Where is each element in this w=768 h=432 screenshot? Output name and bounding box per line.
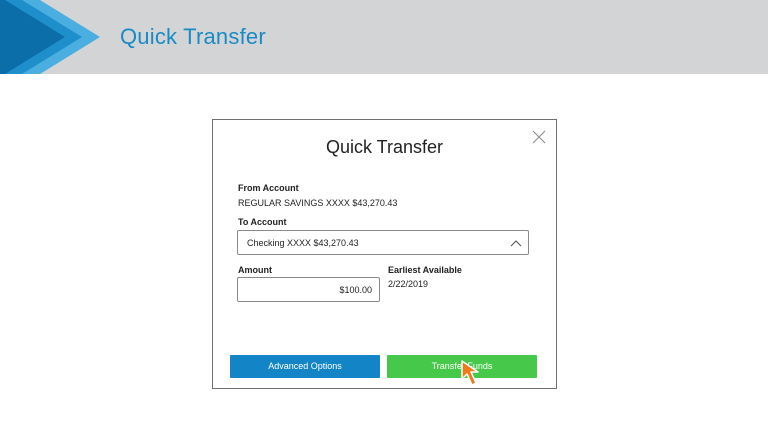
earliest-available-date: 2/22/2019 [388,279,429,289]
page-title: Quick Transfer [120,24,266,49]
amount-input[interactable] [237,277,380,302]
amount-label: Amount [238,265,272,275]
earliest-available-label: Earliest Available [388,265,462,275]
chevron-up-icon[interactable] [510,238,522,248]
to-account-select[interactable]: Checking XXXX $43,270.43 [237,230,529,255]
to-account-label: To Account [238,217,287,227]
quick-transfer-dialog: Quick Transfer From Account REGULAR SAVI… [212,119,557,389]
dialog-title: Quick Transfer [325,137,444,157]
to-account-selected-value: Checking XXXX $43,270.43 [247,238,359,248]
from-account-value: REGULAR SAVINGS XXXX $43,270.43 [238,198,398,208]
brand-chevron-logo [0,0,100,74]
transfer-funds-button[interactable]: Transfer Funds [387,355,537,378]
from-account-label: From Account [238,183,299,193]
page-header: Quick Transfer [0,0,768,74]
advanced-options-button[interactable]: Advanced Options [230,355,380,378]
